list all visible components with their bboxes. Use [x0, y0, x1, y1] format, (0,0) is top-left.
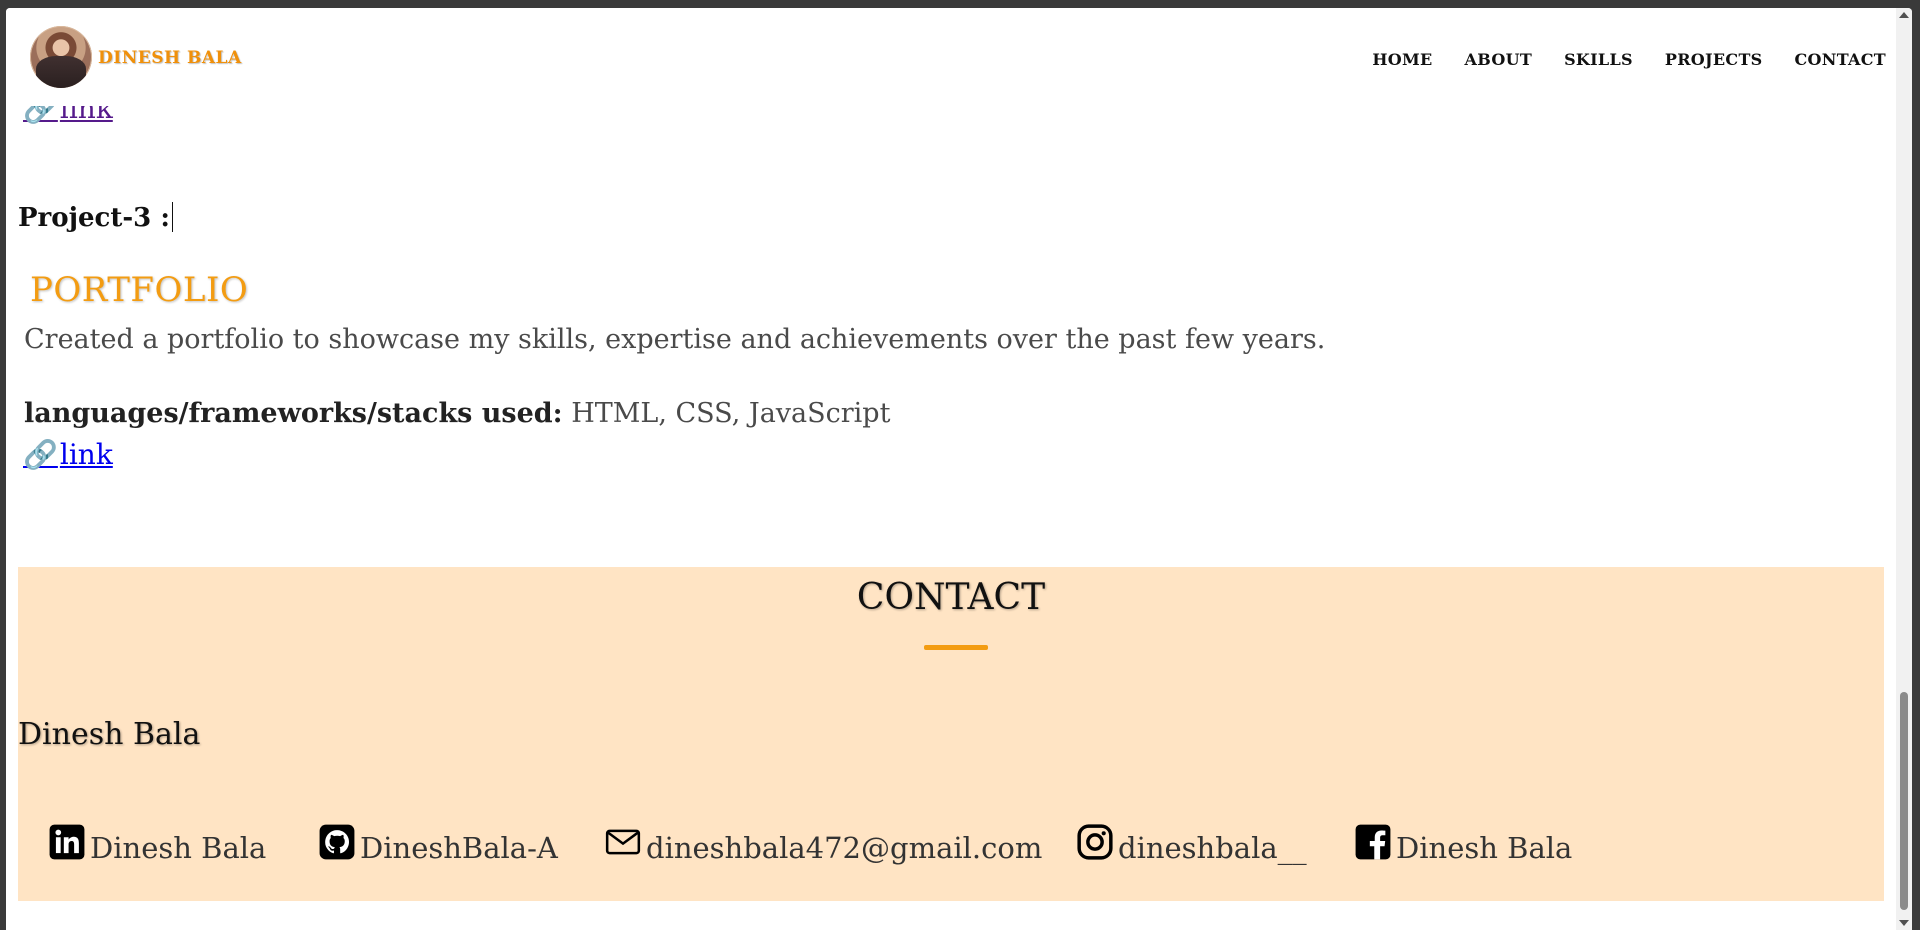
facebook-icon [1355, 824, 1391, 860]
stack-label: languages/frameworks/stacks used: [24, 398, 563, 429]
project-link-label: link [59, 438, 113, 471]
page: DINESH BALA HOME ABOUT SKILLS PROJECTS C… [6, 8, 1896, 930]
social-label: Dinesh Bala [90, 831, 267, 865]
nav-skills[interactable]: SKILLS [1564, 50, 1633, 69]
social-linkedin[interactable]: Dinesh Bala [48, 824, 267, 867]
avatar[interactable] [30, 26, 92, 88]
github-icon [319, 824, 355, 860]
brand-name[interactable]: DINESH BALA [98, 48, 242, 68]
social-facebook[interactable]: Dinesh Bala [1354, 824, 1573, 867]
contact-name: Dinesh Bala [18, 717, 201, 752]
nav-projects[interactable]: PROJECTS [1665, 50, 1763, 69]
contact-section: CONTACT Dinesh Bala Dinesh Bala DineshBa… [18, 567, 1884, 901]
project-link[interactable]: 🔗link [23, 438, 113, 471]
browser-viewport: DINESH BALA HOME ABOUT SKILLS PROJECTS C… [6, 8, 1912, 930]
social-label: dineshbala472@gmail.com [646, 831, 1043, 865]
scroll-up-arrow-icon[interactable] [1899, 12, 1909, 18]
text-caret [171, 202, 173, 232]
social-label: dineshbala__ [1118, 831, 1307, 865]
scroll-thumb[interactable] [1900, 692, 1908, 910]
instagram-icon [1077, 824, 1113, 860]
social-label: Dinesh Bala [1396, 831, 1573, 865]
vertical-scrollbar[interactable] [1896, 8, 1912, 930]
heading-underline [924, 645, 988, 650]
social-instagram[interactable]: dineshbala__ [1076, 824, 1307, 867]
project-description: Created a portfolio to showcase my skill… [24, 324, 1326, 355]
nav-about[interactable]: ABOUT [1465, 50, 1533, 69]
link-icon: 🔗 [23, 438, 58, 471]
social-label: DineshBala-A [360, 831, 558, 865]
main-nav: HOME ABOUT SKILLS PROJECTS CONTACT [1372, 50, 1886, 69]
social-email[interactable]: dineshbala472@gmail.com [604, 829, 1042, 867]
project-label: Project-3 : [18, 202, 173, 233]
project-stack: languages/frameworks/stacks used: HTML, … [24, 398, 890, 429]
scroll-down-arrow-icon[interactable] [1899, 920, 1909, 926]
contact-heading: CONTACT [856, 577, 1046, 618]
nav-home[interactable]: HOME [1372, 50, 1432, 69]
nav-contact[interactable]: CONTACT [1795, 50, 1886, 69]
stack-value: HTML, CSS, JavaScript [562, 398, 891, 429]
site-header: DINESH BALA HOME ABOUT SKILLS PROJECTS C… [6, 8, 1896, 106]
linkedin-icon [49, 824, 85, 860]
mail-icon [605, 829, 641, 855]
social-github[interactable]: DineshBala-A [318, 824, 558, 867]
project-title: PORTFOLIO [30, 270, 249, 310]
